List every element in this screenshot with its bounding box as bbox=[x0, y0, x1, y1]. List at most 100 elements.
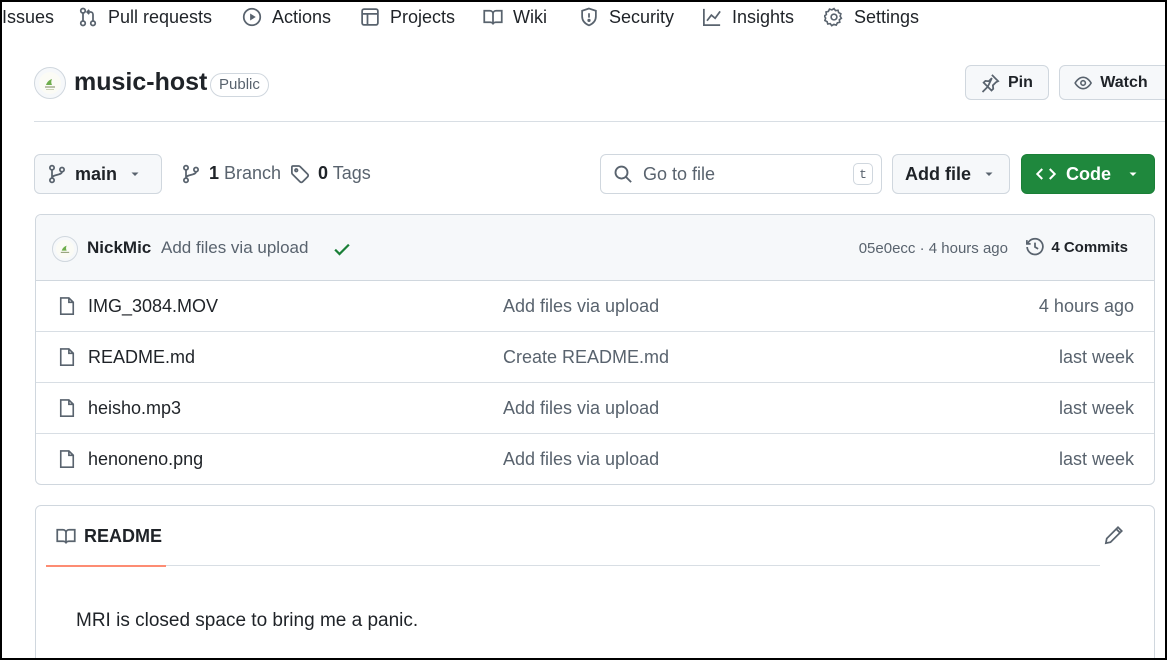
repo-header: music-host Public Pin Watch 0 bbox=[34, 50, 1165, 122]
file-row[interactable]: henoneno.png Add files via upload last w… bbox=[36, 434, 1154, 484]
add-file-button[interactable]: Add file bbox=[892, 154, 1010, 194]
commits-link[interactable]: 4 Commits bbox=[1025, 237, 1128, 257]
branch-count: 1 bbox=[209, 163, 220, 183]
nav-tab-label: Pull requests bbox=[108, 6, 213, 27]
latest-commit-bar: NickMic Add files via upload 05e0ecc · 4… bbox=[36, 215, 1154, 281]
gear-icon bbox=[824, 7, 843, 27]
nav-tab-pull-requests[interactable]: Pull requests bbox=[78, 5, 212, 29]
play-icon bbox=[242, 7, 262, 27]
code-icon bbox=[1036, 168, 1056, 180]
nav-tab-label: Projects bbox=[390, 6, 456, 27]
browser-viewport: Issues Pull requests Actions Projects Wi… bbox=[0, 0, 1167, 660]
commits-label: 4 Commits bbox=[1051, 238, 1128, 256]
file-icon bbox=[59, 348, 75, 366]
branch-label: Branch bbox=[224, 163, 282, 183]
nav-tab-insights[interactable]: Insights bbox=[702, 5, 794, 29]
check-icon[interactable] bbox=[332, 239, 352, 259]
branch-select-button[interactable]: main bbox=[34, 154, 162, 194]
commit-hash-time[interactable]: 05e0ecc · 4 hours ago bbox=[859, 240, 1008, 257]
pull-request-icon bbox=[79, 7, 97, 27]
nav-tab-issues[interactable]: Issues bbox=[2, 5, 54, 29]
nav-tab-settings[interactable]: Settings bbox=[824, 5, 919, 29]
repo-nav: Issues Pull requests Actions Projects Wi… bbox=[2, 2, 1165, 32]
book-icon bbox=[483, 9, 503, 25]
eye-icon bbox=[1074, 75, 1093, 90]
file-age: last week bbox=[1058, 347, 1134, 367]
nav-tab-label: Insights bbox=[732, 6, 795, 27]
nav-tab-label: Actions bbox=[272, 6, 332, 27]
file-age: last week bbox=[1058, 398, 1134, 418]
file-commit-message[interactable]: Create README.md bbox=[503, 347, 669, 368]
commit-author[interactable]: NickMic bbox=[87, 238, 151, 258]
table-icon bbox=[361, 8, 379, 26]
graph-icon bbox=[703, 8, 721, 26]
chevron-down-icon bbox=[1129, 172, 1137, 176]
file-icon bbox=[59, 297, 75, 315]
code-button[interactable]: Code bbox=[1021, 154, 1155, 194]
branch-icon bbox=[182, 164, 200, 183]
commit-message[interactable]: Add files via upload bbox=[161, 238, 308, 258]
nav-tab-label: Security bbox=[609, 6, 675, 27]
avatar-icon bbox=[39, 72, 61, 94]
file-commit-message[interactable]: Add files via upload bbox=[503, 296, 659, 317]
readme-tab[interactable]: README bbox=[46, 506, 166, 567]
file-commit-message[interactable]: Add files via upload bbox=[503, 398, 659, 419]
pencil-icon[interactable] bbox=[1104, 525, 1124, 545]
nav-tab-projects[interactable]: Projects bbox=[360, 5, 455, 29]
nav-tab-security[interactable]: Security bbox=[579, 5, 674, 29]
branches-link[interactable]: 1 Branch bbox=[181, 163, 281, 184]
file-icon bbox=[59, 399, 75, 417]
visibility-badge: Public bbox=[210, 73, 269, 97]
file-age: last week bbox=[1058, 449, 1134, 469]
nav-tab-label: Settings bbox=[854, 6, 920, 27]
go-to-file-input[interactable] bbox=[643, 163, 833, 185]
book-icon bbox=[56, 528, 76, 544]
repo-name[interactable]: music-host bbox=[74, 68, 207, 97]
file-row[interactable]: heisho.mp3 Add files via upload last wee… bbox=[36, 383, 1154, 434]
nav-tab-label: Issues bbox=[2, 6, 55, 27]
tags-link[interactable]: 0 Tags bbox=[290, 163, 371, 184]
nav-tab-wiki[interactable]: Wiki bbox=[483, 5, 547, 29]
file-name[interactable]: heisho.mp3 bbox=[88, 398, 181, 419]
watch-count: 0 bbox=[1156, 74, 1165, 91]
file-row[interactable]: README.md Create README.md last week bbox=[36, 332, 1154, 383]
file-list: NickMic Add files via upload 05e0ecc · 4… bbox=[35, 214, 1155, 485]
avatar-icon bbox=[55, 239, 75, 259]
tag-icon bbox=[291, 164, 310, 183]
readme-tab-label: README bbox=[84, 525, 163, 546]
file-name[interactable]: IMG_3084.MOV bbox=[88, 296, 218, 317]
pin-label: Pin bbox=[1008, 73, 1033, 91]
file-icon bbox=[59, 450, 75, 468]
commit-author-avatar[interactable] bbox=[52, 236, 78, 262]
tag-label: Tags bbox=[332, 163, 371, 183]
history-icon bbox=[1026, 237, 1045, 256]
watch-button[interactable]: Watch 0 bbox=[1059, 65, 1165, 100]
chevron-down-icon bbox=[131, 172, 139, 176]
readme-content: MRI is closed space to bring me a panic. bbox=[76, 610, 419, 631]
chevron-down-icon bbox=[985, 172, 993, 176]
search-icon bbox=[614, 165, 632, 183]
nav-tab-actions[interactable]: Actions bbox=[242, 5, 331, 29]
watch-label: Watch bbox=[1100, 73, 1148, 91]
file-commit-message[interactable]: Add files via upload bbox=[503, 449, 659, 470]
file-age: 4 hours ago bbox=[1038, 296, 1134, 316]
pin-button[interactable]: Pin bbox=[965, 65, 1049, 100]
file-row[interactable]: IMG_3084.MOV Add files via upload 4 hour… bbox=[36, 281, 1154, 332]
owner-avatar[interactable] bbox=[34, 67, 66, 99]
code-label: Code bbox=[1066, 163, 1111, 184]
tag-count: 0 bbox=[318, 163, 329, 183]
add-file-label: Add file bbox=[905, 163, 971, 184]
shield-icon bbox=[581, 7, 597, 27]
file-name[interactable]: henoneno.png bbox=[88, 449, 203, 470]
readme-header: README bbox=[46, 506, 1100, 567]
shortcut-key: t bbox=[853, 163, 873, 185]
go-to-file-field[interactable]: t bbox=[600, 154, 882, 194]
nav-tab-label: Wiki bbox=[513, 6, 547, 27]
branch-name: main bbox=[75, 163, 118, 184]
pin-icon bbox=[981, 73, 1000, 93]
file-toolbar: main 1 Branch 0 Tags t Add file bbox=[34, 154, 1155, 194]
readme-panel: README MRI is closed space to bring me a… bbox=[35, 505, 1155, 658]
active-tab-underline bbox=[46, 565, 166, 567]
file-name[interactable]: README.md bbox=[88, 347, 195, 368]
branch-icon bbox=[48, 164, 66, 184]
